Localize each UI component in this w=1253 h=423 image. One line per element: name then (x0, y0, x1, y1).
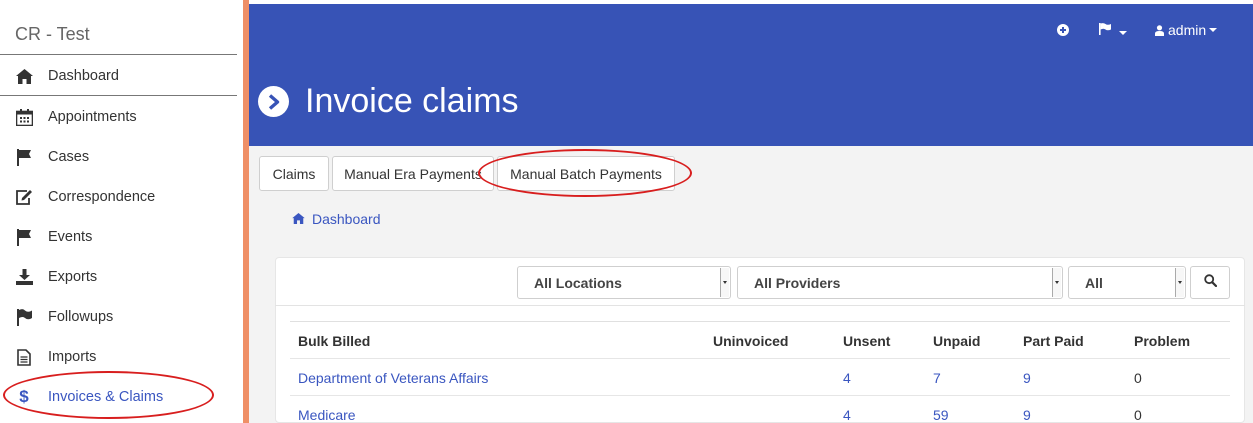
column-header-problem: Problem (1134, 333, 1191, 349)
sidebar-item-invoices-claims[interactable]: $ Invoices & Claims (0, 377, 237, 417)
edit-icon (14, 187, 34, 207)
sidebar-item-label: Correspondence (48, 189, 156, 205)
sidebar-item-label: Invoices & Claims (48, 389, 164, 405)
header: admin Invoice claims (249, 4, 1253, 146)
download-icon (14, 267, 34, 287)
location-select[interactable]: All Locations (517, 266, 731, 299)
sidebar-item-followups[interactable]: Followups (0, 297, 237, 337)
sidebar: CR - Test Dashboard Appointments Cases C… (0, 0, 243, 423)
flag-icon (14, 147, 34, 167)
sidebar-item-events[interactable]: Events (0, 217, 237, 257)
status-select-value: All (1085, 274, 1103, 291)
sidebar-item-dashboard[interactable]: Dashboard (0, 56, 237, 96)
sidebar-item-imports[interactable]: Imports (0, 337, 237, 377)
app-title: CR - Test (15, 24, 90, 44)
sidebar-item-label: Exports (48, 269, 98, 285)
tab-manual-era-payments[interactable]: Manual Era Payments (332, 156, 494, 191)
cell-part-paid-link[interactable]: 9 (1023, 407, 1031, 423)
column-header-unsent: Unsent (843, 333, 891, 349)
cell-unpaid-link[interactable]: 59 (933, 407, 949, 423)
sidebar-item-label: Imports (48, 349, 97, 365)
breadcrumb[interactable]: Dashboard (292, 211, 381, 227)
status-select[interactable]: All (1068, 266, 1186, 299)
chevron-down-icon (1119, 31, 1128, 35)
user-icon (1155, 24, 1164, 36)
home-icon (292, 211, 305, 227)
sidebar-item-exports[interactable]: Exports (0, 257, 237, 297)
provider-select[interactable]: All Providers (737, 266, 1063, 299)
cell-problem: 0 (1134, 407, 1142, 423)
sidebar-item-correspondence[interactable]: Correspondence (0, 177, 237, 217)
sidebar-item-cases[interactable]: Cases (0, 137, 237, 177)
sidebar-item-label: Dashboard (48, 68, 119, 84)
provider-select-value: All Providers (754, 274, 841, 291)
column-header-part-paid: Part Paid (1023, 333, 1084, 349)
chevron-down-icon (1052, 268, 1061, 297)
cell-unpaid-link[interactable]: 7 (933, 370, 941, 386)
chevron-down-icon (1209, 28, 1218, 32)
sidebar-item-label: Followups (48, 309, 114, 325)
location-select-value: All Locations (534, 274, 622, 291)
sidebar-divider (0, 95, 237, 96)
chevron-right-icon (258, 86, 289, 117)
cell-part-paid-link[interactable]: 9 (1023, 370, 1031, 386)
cell-unsent-link[interactable]: 4 (843, 370, 851, 386)
dollar-icon: $ (19, 387, 29, 406)
user-menu[interactable]: admin (1155, 22, 1218, 38)
document-icon (14, 347, 34, 367)
column-header-bulk-billed: Bulk Billed (298, 333, 371, 349)
add-icon[interactable] (1057, 24, 1069, 36)
flag-icon (1099, 22, 1116, 39)
search-icon (1203, 273, 1217, 292)
flag-icon (14, 227, 34, 247)
row-name-link[interactable]: Department of Veterans Affairs (298, 370, 488, 386)
tab-manual-batch-payments[interactable]: Manual Batch Payments (497, 156, 675, 191)
sidebar-item-appointments[interactable]: Appointments (0, 97, 237, 137)
flag-icon (14, 307, 34, 327)
divider (290, 321, 1230, 322)
cell-unsent-link[interactable]: 4 (843, 407, 851, 423)
row-name-link[interactable]: Medicare (298, 407, 356, 423)
home-icon (14, 66, 34, 86)
divider (290, 395, 1230, 396)
notifications-menu[interactable] (1099, 22, 1128, 40)
column-header-unpaid: Unpaid (933, 333, 981, 349)
sidebar-item-label: Events (48, 229, 93, 245)
search-button[interactable] (1190, 266, 1230, 299)
sidebar-item-label: Cases (48, 149, 90, 165)
page-title: Invoice claims (305, 82, 519, 120)
chevron-down-icon (1175, 268, 1184, 297)
calendar-icon (14, 107, 34, 127)
cell-problem: 0 (1134, 370, 1142, 386)
user-name: admin (1168, 22, 1207, 38)
divider (275, 305, 1245, 306)
sidebar-item-label: Appointments (48, 109, 137, 125)
chevron-down-icon (720, 268, 729, 297)
breadcrumb-dashboard-link[interactable]: Dashboard (312, 211, 381, 227)
sidebar-divider (0, 54, 237, 55)
column-header-uninvoiced: Uninvoiced (713, 333, 789, 349)
divider (290, 358, 1230, 359)
tab-claims[interactable]: Claims (259, 156, 329, 191)
